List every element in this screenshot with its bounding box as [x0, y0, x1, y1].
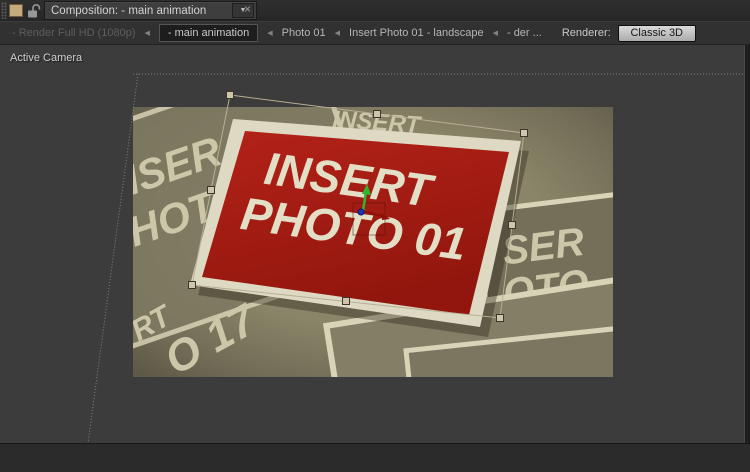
breadcrumb-separator-icon: ◀	[335, 29, 340, 37]
breadcrumb-item[interactable]: Photo 01	[282, 27, 326, 39]
composition-viewport[interactable]: INSER PHOTO RT O 17 SER OTO	[0, 45, 750, 443]
breadcrumb-separator-icon: ◀	[493, 29, 498, 37]
tab-close-icon[interactable]: ×	[244, 2, 251, 16]
composition-canvas[interactable]: INSER PHOTO RT O 17 SER OTO	[0, 45, 750, 443]
panel-grip-handle[interactable]	[1, 2, 7, 19]
tab-title: Composition: - main animation	[45, 5, 212, 17]
panel-tab-bar: Composition: - main animation ▼ ×	[0, 0, 750, 21]
breadcrumb-item[interactable]: - der ...	[507, 27, 542, 39]
z-axis-point-icon[interactable]	[358, 209, 364, 215]
composition-tab[interactable]: Composition: - main animation ▼	[44, 1, 257, 20]
composition-panel: Composition: - main animation ▼ × - Rend…	[0, 0, 750, 472]
viewer-toolbar: 25% ▼ 0;00;01;28	[0, 443, 750, 472]
breadcrumb-item-active[interactable]: - main animation	[159, 24, 258, 42]
mini-flowchart-bar: - Render Full HD (1080p) ◀ - main animat…	[0, 21, 750, 45]
breadcrumb-item[interactable]: Insert Photo 01 - landscape	[349, 27, 484, 39]
breadcrumb-separator-icon: ◀	[145, 29, 150, 37]
breadcrumb-separator-icon: ◀	[267, 29, 272, 37]
panel-swatch-icon	[9, 4, 23, 17]
active-view-label: Active Camera	[10, 52, 82, 64]
breadcrumb-item-dimmed[interactable]: - Render Full HD (1080p)	[12, 27, 136, 39]
unlock-icon[interactable]	[26, 2, 42, 19]
panel-right-edge	[744, 45, 750, 443]
renderer-button[interactable]: Classic 3D	[618, 25, 696, 42]
renderer-label: Renderer:	[562, 27, 611, 39]
